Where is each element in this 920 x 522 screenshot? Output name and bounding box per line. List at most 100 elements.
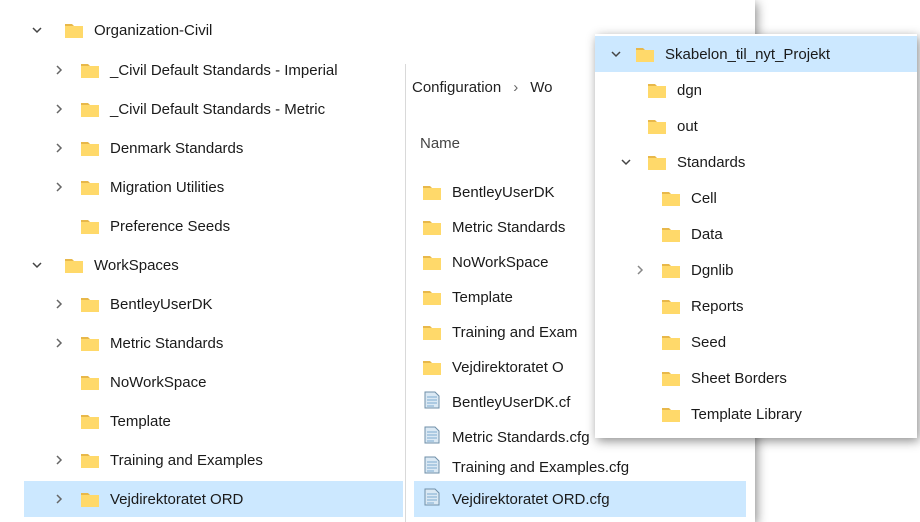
breadcrumb: Configuration › Wo <box>412 72 592 102</box>
right-tree-panel: Skabelon_til_nyt_Projekt dgn out Standar… <box>595 34 917 438</box>
tree-item-label: Standards <box>677 153 746 171</box>
chevron-right-icon[interactable] <box>52 180 66 194</box>
breadcrumb-item[interactable]: Wo <box>530 79 552 96</box>
folder-icon <box>80 216 100 236</box>
list-item[interactable]: BentleyUserDK <box>422 174 622 210</box>
list-item[interactable]: Vejdirektoratet O <box>422 349 622 385</box>
tree-item-label: Vejdirektoratet ORD <box>110 490 244 508</box>
chevron-down-icon[interactable] <box>30 258 44 272</box>
tree-item-preference-seeds[interactable]: Preference Seeds <box>52 208 392 244</box>
list-item[interactable]: Vejdirektoratet ORD.cfg <box>414 481 746 517</box>
tree-item-template[interactable]: Template <box>52 403 392 439</box>
folder-icon <box>647 80 667 100</box>
tree-item-training-and-examples[interactable]: Training and Examples <box>52 442 392 478</box>
tree-item-reports[interactable]: Reports <box>661 288 861 324</box>
list-item-label: Training and Exam <box>452 323 578 341</box>
chevron-right-icon[interactable] <box>52 336 66 350</box>
chevron-right-icon[interactable] <box>52 453 66 467</box>
list-item-label: Template <box>452 288 513 306</box>
tree-item-label: out <box>677 117 698 135</box>
tree-item-label: BentleyUserDK <box>110 295 213 313</box>
chevron-right-icon[interactable] <box>52 141 66 155</box>
tree-item-dgnlib[interactable]: Dgnlib <box>633 252 853 288</box>
tree-item-label: Seed <box>691 333 727 351</box>
column-header-label: Name <box>420 134 461 152</box>
tree-item-sheet-borders[interactable]: Sheet Borders <box>661 360 881 396</box>
folder-icon <box>647 116 667 136</box>
list-item[interactable]: NoWorkSpace <box>422 244 622 280</box>
tree-item-cell[interactable]: Cell <box>661 180 861 216</box>
tree-item-seed[interactable]: Seed <box>661 324 861 360</box>
tree-item-label: NoWorkSpace <box>110 373 207 391</box>
list-item[interactable]: Training and Exam <box>422 314 622 350</box>
folder-icon <box>80 411 100 431</box>
chevron-right-icon[interactable] <box>52 492 66 506</box>
list-item-label: Metric Standards <box>452 218 566 236</box>
tree-item-label: Cell <box>691 189 717 207</box>
config-file-icon <box>422 390 442 414</box>
folder-icon <box>80 489 100 509</box>
folder-icon <box>80 177 100 197</box>
folder-icon <box>647 152 667 172</box>
chevron-right-icon[interactable] <box>52 102 66 116</box>
chevron-right-icon[interactable] <box>52 63 66 77</box>
tree-item-label: Metric Standards <box>110 334 224 352</box>
list-item[interactable]: Metric Standards <box>422 209 622 245</box>
folder-icon <box>661 224 681 244</box>
tree-item-label: Sheet Borders <box>691 369 787 387</box>
folder-icon <box>422 252 442 272</box>
tree-item-label: Template Library <box>691 405 802 423</box>
tree-item-label: Template <box>110 412 171 430</box>
tree-item-label: Training and Examples <box>110 451 263 469</box>
tree-item-template-library[interactable]: Template Library <box>661 396 881 432</box>
tree-item-skabelon-til-nyt-projekt[interactable]: Skabelon_til_nyt_Projekt <box>595 36 917 72</box>
tree-item-label: Organization-Civil <box>94 21 213 39</box>
chevron-down-icon[interactable] <box>619 155 633 169</box>
tree-item-data[interactable]: Data <box>661 216 861 252</box>
tree-item-denmark-standards[interactable]: Denmark Standards <box>52 130 392 166</box>
chevron-right-icon[interactable] <box>52 297 66 311</box>
list-item[interactable]: Template <box>422 279 622 315</box>
folder-icon <box>422 322 442 342</box>
tree-item-organization-civil[interactable]: Organization-Civil <box>30 12 390 48</box>
folder-icon <box>422 287 442 307</box>
folder-icon <box>661 332 681 352</box>
tree-item-dgn[interactable]: dgn <box>647 72 847 108</box>
tree-item-metric-standards[interactable]: Metric Standards <box>52 325 392 361</box>
folder-icon <box>80 138 100 158</box>
folder-icon <box>80 99 100 119</box>
folder-icon <box>64 255 84 275</box>
chevron-down-icon[interactable] <box>609 47 623 61</box>
config-file-icon <box>422 487 442 511</box>
folder-icon <box>422 182 442 202</box>
folder-icon <box>661 260 681 280</box>
folder-icon <box>64 20 84 40</box>
tree-item-migration-utilities[interactable]: Migration Utilities <box>52 169 392 205</box>
folder-icon <box>422 357 442 377</box>
folder-icon <box>422 217 442 237</box>
tree-item-civil-default-imperial[interactable]: _Civil Default Standards - Imperial <box>52 52 412 88</box>
list-item-label: BentleyUserDK.cf <box>452 393 571 411</box>
tree-item-vejdirektoratet-ord[interactable]: Vejdirektoratet ORD <box>24 481 403 517</box>
chevron-right-icon[interactable] <box>633 263 647 277</box>
list-item-label: Training and Examples.cfg <box>452 458 630 476</box>
tree-item-civil-default-metric[interactable]: _Civil Default Standards - Metric <box>52 91 402 127</box>
tree-item-noworkspace[interactable]: NoWorkSpace <box>52 364 392 400</box>
column-header-name[interactable]: Name <box>420 128 580 158</box>
tree-item-label: Migration Utilities <box>110 178 225 196</box>
list-item[interactable]: BentleyUserDK.cf <box>422 384 622 420</box>
tree-item-label: Skabelon_til_nyt_Projekt <box>665 45 831 63</box>
tree-item-label: Data <box>691 225 723 243</box>
tree-item-standards[interactable]: Standards <box>619 144 839 180</box>
tree-item-label: Denmark Standards <box>110 139 244 157</box>
tree-item-workspaces[interactable]: WorkSpaces <box>30 247 390 283</box>
folder-icon <box>80 333 100 353</box>
list-item[interactable]: Training and Examples.cfg <box>422 449 742 485</box>
tree-item-out[interactable]: out <box>647 108 847 144</box>
list-item-label: NoWorkSpace <box>452 253 549 271</box>
folder-icon <box>80 372 100 392</box>
tree-item-label: _Civil Default Standards - Imperial <box>110 61 338 79</box>
breadcrumb-item[interactable]: Configuration <box>412 79 501 96</box>
tree-item-bentleyuserdk[interactable]: BentleyUserDK <box>52 286 392 322</box>
chevron-down-icon[interactable] <box>30 23 44 37</box>
